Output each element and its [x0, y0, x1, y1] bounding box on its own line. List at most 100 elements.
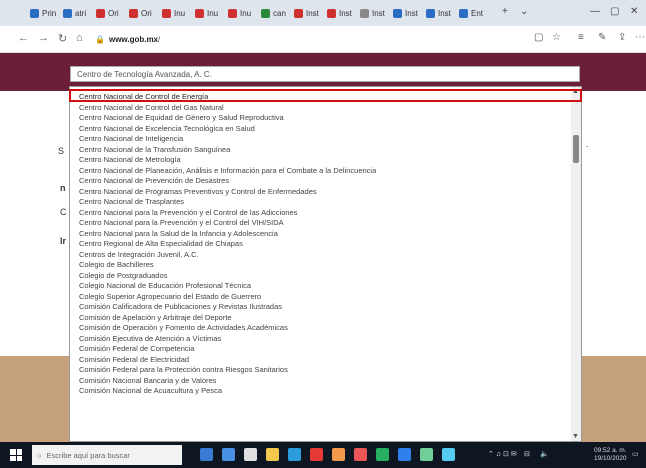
refresh-icon[interactable]: ↻: [58, 32, 67, 45]
browser-tab[interactable]: Inu: [162, 4, 185, 22]
scroll-down-icon[interactable]: ▼: [572, 433, 579, 440]
dropdown-option[interactable]: Centro Nacional de Prevención de Desastr…: [79, 176, 229, 186]
dropdown-option[interactable]: Centros de Integración Juvenil, A.C.: [79, 250, 199, 260]
close-window-icon[interactable]: ✕: [630, 6, 638, 17]
dropdown-scrollbar[interactable]: ▲ ▼: [571, 87, 581, 441]
browser-tab[interactable]: Inu: [228, 4, 251, 22]
clock[interactable]: 09:52 a. m. 19/10/2020: [594, 447, 627, 463]
home-icon[interactable]: ⌂: [76, 32, 83, 44]
browser-tab-strip: Prin atri Ori Ori Inu Inu Inu can Inst Inst Inst In…: [0, 0, 646, 26]
taskbar-app-icon[interactable]: [266, 448, 279, 461]
scrollbar-thumb[interactable]: [573, 135, 579, 163]
tray-icons[interactable]: ⌃ ♫ ⊡ ✉: [488, 450, 517, 458]
taskbar-app-icon[interactable]: [244, 448, 257, 461]
browser-tab[interactable]: can: [261, 4, 286, 22]
dropdown-option[interactable]: Centro Nacional de Planeación, Análisis …: [79, 166, 376, 176]
tab-list-icon[interactable]: ⌄: [520, 6, 528, 17]
dropdown-option[interactable]: Colegio Nacional de Educación Profesiona…: [79, 281, 251, 291]
dropdown-option[interactable]: Centro Nacional de Control del Gas Natur…: [79, 103, 224, 113]
tab-favicon-icon: [30, 8, 39, 18]
dropdown-option[interactable]: Comisión Federal de Electricidad: [79, 355, 189, 365]
browser-tab[interactable]: Ent: [459, 4, 483, 22]
browser-tab[interactable]: Ori: [129, 4, 152, 22]
dropdown-option[interactable]: Centro Regional de Alta Especialidad de …: [79, 239, 243, 249]
tab-favicon-icon: [129, 8, 138, 18]
taskbar-app-icon[interactable]: [420, 448, 433, 461]
volume-icon[interactable]: 🔈: [540, 450, 549, 458]
taskbar-app-icon[interactable]: [376, 448, 389, 461]
back-icon[interactable]: ←: [18, 32, 29, 44]
taskbar-app-icon[interactable]: [288, 448, 301, 461]
dropdown-option[interactable]: Comisión de Apelación y Arbitraje del De…: [79, 313, 232, 323]
reading-view-icon[interactable]: ▢: [534, 32, 543, 43]
taskbar-app-icon[interactable]: [200, 448, 213, 461]
dropdown-option[interactable]: Comisión de Operación y Fomento de Activ…: [79, 323, 288, 333]
favorites-bar-icon[interactable]: ≡: [578, 32, 584, 43]
dropdown-option[interactable]: Centro Nacional para la Salud de la Infa…: [79, 229, 278, 239]
dropdown-option[interactable]: Colegio Superior Agropecuario del Estado…: [79, 292, 261, 302]
dropdown-option[interactable]: Colegio de Bachilleres: [79, 260, 154, 270]
more-icon[interactable]: ⋯: [635, 32, 645, 43]
tab-favicon-icon: [96, 8, 105, 18]
page-text-fragment: C: [60, 207, 67, 217]
taskbar-app-icon[interactable]: [398, 448, 411, 461]
browser-tab[interactable]: Inst: [360, 4, 385, 22]
forward-icon[interactable]: →: [38, 32, 49, 44]
tab-favicon-icon: [426, 8, 435, 18]
tab-favicon-icon: [162, 8, 171, 18]
notes-icon[interactable]: ✎: [598, 32, 606, 43]
tab-favicon-icon: [360, 8, 369, 18]
taskbar-search-box[interactable]: ○ Escribe aquí para buscar: [32, 445, 182, 465]
tab-label: Inu: [240, 8, 252, 18]
minimize-icon[interactable]: —: [590, 6, 600, 17]
browser-tab[interactable]: Inst: [393, 4, 418, 22]
taskbar-app-icon[interactable]: [222, 448, 235, 461]
dropdown-option[interactable]: Centro Nacional de Programas Preventivos…: [79, 187, 317, 197]
dropdown-option[interactable]: Centro Nacional para la Prevención y el …: [79, 218, 284, 228]
dependency-select[interactable]: Centro de Tecnología Avanzada, A. C.: [70, 66, 580, 82]
dropdown-option[interactable]: Centro Nacional de Excelencia Tecnológic…: [79, 124, 255, 134]
taskbar-app-icon[interactable]: [332, 448, 345, 461]
address-bar[interactable]: 🔒 www.gob.mx /: [95, 31, 500, 47]
dropdown-option[interactable]: Comisión Calificadora de Publicaciones y…: [79, 302, 282, 312]
favorite-star-icon[interactable]: ☆: [552, 32, 561, 43]
dropdown-option[interactable]: Centro Nacional de Equidad de Género y S…: [79, 113, 284, 123]
taskbar-app-icon[interactable]: [354, 448, 367, 461]
select-current-value: Centro de Tecnología Avanzada, A. C.: [77, 69, 212, 79]
network-icon[interactable]: ⊟: [524, 450, 530, 458]
dropdown-option[interactable]: Centro Nacional de Trasplantes: [79, 197, 184, 207]
browser-tab[interactable]: Inst: [426, 4, 451, 22]
maximize-icon[interactable]: ▢: [610, 6, 619, 17]
browser-tab[interactable]: Prin: [30, 4, 56, 22]
dropdown-option[interactable]: Comisión Federal de Competencia: [79, 344, 194, 354]
tab-favicon-icon: [195, 8, 204, 18]
dropdown-option[interactable]: Centro Nacional de Inteligencia: [79, 134, 183, 144]
dropdown-option[interactable]: Comisión Nacional Bancaria y de Valores: [79, 376, 216, 386]
dropdown-list[interactable]: ▲ ▼ Centro Nacional de Control de Energí…: [69, 86, 582, 442]
tab-label: Inst: [339, 8, 352, 18]
notifications-icon[interactable]: ▭: [632, 450, 639, 458]
taskbar-app-icon[interactable]: [310, 448, 323, 461]
search-icon: ○: [37, 450, 42, 460]
dropdown-option[interactable]: Comisión Nacional de Acuacultura y Pesca: [79, 386, 222, 396]
new-tab-icon[interactable]: +: [502, 6, 508, 17]
tab-label: Inst: [438, 8, 451, 18]
tab-favicon-icon: [228, 8, 237, 18]
dropdown-option[interactable]: Comisión Federal para la Protección cont…: [79, 365, 288, 375]
browser-tab[interactable]: atri: [63, 4, 86, 22]
tab-favicon-icon: [393, 8, 402, 18]
dropdown-option[interactable]: Centro Nacional de Metrología: [79, 155, 181, 165]
browser-tab[interactable]: Ori: [96, 4, 119, 22]
dropdown-option[interactable]: Colegio de Postgraduados: [79, 271, 167, 281]
browser-tab[interactable]: Inst: [294, 4, 319, 22]
taskbar-app-icon[interactable]: [442, 448, 455, 461]
dropdown-option[interactable]: Centro Nacional de la Transfusión Sanguí…: [79, 145, 230, 155]
dropdown-option[interactable]: Centro Nacional para la Prevención y el …: [79, 208, 297, 218]
share-icon[interactable]: ⇪: [618, 32, 626, 43]
page-text-fragment: .: [586, 139, 589, 149]
browser-tab[interactable]: Inst: [327, 4, 352, 22]
dropdown-option[interactable]: Comisión Ejecutiva de Atención a Víctima…: [79, 334, 221, 344]
browser-tab[interactable]: Inu: [195, 4, 218, 22]
windows-taskbar: ○ Escribe aquí para buscar ⌃ ♫ ⊡ ✉ ⊟ 🔈 0…: [0, 442, 646, 468]
windows-start-icon[interactable]: [10, 449, 22, 461]
